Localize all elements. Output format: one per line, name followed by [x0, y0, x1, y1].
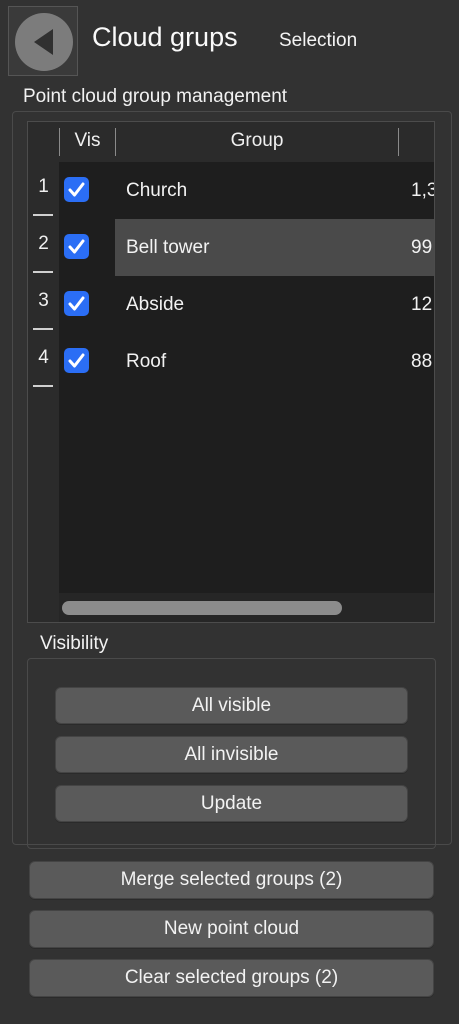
group-size-cell[interactable]: 12 [411, 276, 432, 333]
new-point-cloud-button[interactable]: New point cloud [29, 910, 434, 948]
table-row[interactable]: Church 1,3 [59, 162, 434, 219]
scrollbar-thumb[interactable] [62, 601, 342, 615]
row-divider [33, 385, 53, 387]
back-button[interactable] [8, 6, 78, 76]
selection-mode-label[interactable]: Selection [279, 30, 357, 52]
back-arrow-icon [34, 29, 53, 55]
column-header-group[interactable]: Group [116, 122, 398, 162]
row-divider [33, 328, 53, 330]
horizontal-scrollbar[interactable] [59, 593, 434, 622]
visibility-label: Visibility [40, 633, 109, 654]
clear-selected-groups-button[interactable]: Clear selected groups (2) [29, 959, 434, 997]
checkmark-icon [68, 239, 85, 254]
row-divider [33, 214, 53, 216]
group-table: Vis Group 1 2 3 4 Church 1,3 Bell tower … [27, 121, 435, 623]
row-number[interactable]: 3 [28, 290, 59, 312]
header: Cloud grups Selection [0, 0, 459, 84]
checkmark-icon [68, 353, 85, 368]
table-row-selected[interactable]: Bell tower 99 [59, 219, 434, 276]
group-management-label: Point cloud group management [23, 86, 288, 107]
table-row[interactable]: Abside 12 [59, 276, 434, 333]
all-invisible-button[interactable]: All invisible [55, 736, 408, 773]
visibility-checkbox[interactable] [64, 177, 89, 202]
checkmark-icon [68, 296, 85, 311]
page-title: Cloud grups [92, 22, 238, 52]
group-size-cell[interactable]: 1,3 [411, 162, 434, 219]
group-size-cell[interactable]: 88 [411, 333, 432, 390]
row-header-column: 1 2 3 4 [28, 162, 59, 622]
visibility-checkbox[interactable] [64, 234, 89, 259]
group-name-cell[interactable]: Bell tower [126, 219, 209, 276]
row-number[interactable]: 4 [28, 347, 59, 369]
column-header-size[interactable] [399, 122, 434, 162]
row-divider [33, 271, 53, 273]
group-name-cell[interactable]: Abside [126, 276, 184, 333]
table-header: Vis Group [28, 122, 434, 162]
row-number[interactable]: 2 [28, 233, 59, 255]
visibility-checkbox[interactable] [64, 348, 89, 373]
table-row[interactable]: Roof 88 [59, 333, 434, 390]
group-size-cell[interactable]: 99 [411, 219, 432, 276]
all-visible-button[interactable]: All visible [55, 687, 408, 724]
group-name-cell[interactable]: Roof [126, 333, 166, 390]
column-header-vis[interactable]: Vis [60, 122, 115, 162]
group-name-cell[interactable]: Church [126, 162, 187, 219]
checkmark-icon [68, 182, 85, 197]
visibility-checkbox[interactable] [64, 291, 89, 316]
update-button[interactable]: Update [55, 785, 408, 822]
merge-selected-groups-button[interactable]: Merge selected groups (2) [29, 861, 434, 899]
row-number[interactable]: 1 [28, 176, 59, 198]
